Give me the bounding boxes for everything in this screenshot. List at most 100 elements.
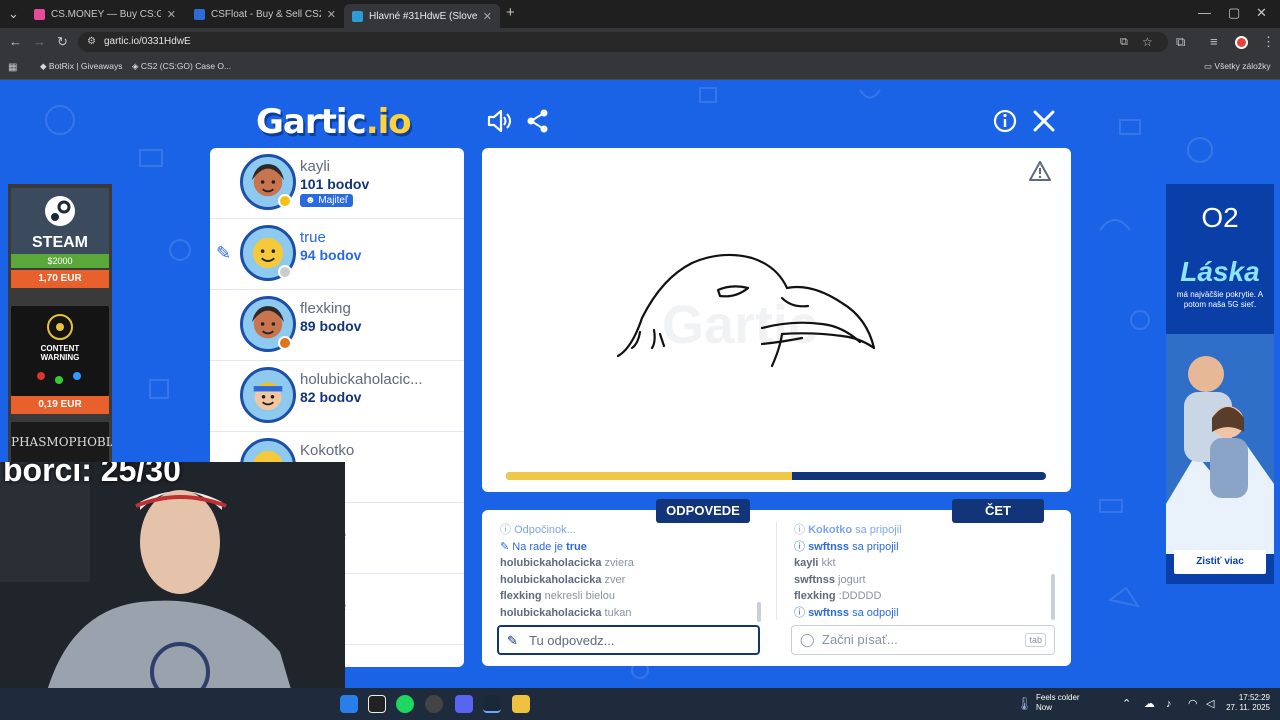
drawing-canvas[interactable]: Gartic (482, 148, 1071, 492)
webcam-overlay: borci: 25/30 (0, 462, 345, 720)
reload-icon[interactable]: ↻ (57, 35, 68, 49)
capcut-taskbar-icon[interactable] (368, 695, 386, 713)
network-icon[interactable]: ☁ (1144, 697, 1155, 711)
list-item: holubickaholacicka tukan (500, 605, 760, 622)
player-row[interactable]: ✎ true 94 bodov (210, 219, 464, 290)
column-divider (776, 522, 777, 620)
gartic-logo: Gartic.io (256, 102, 412, 142)
player-points: 89 bodov (300, 318, 362, 334)
chat-scrollbar[interactable] (1051, 574, 1055, 620)
list-item: swftnss jogurt (794, 572, 1054, 589)
csfloat-favicon-icon (194, 8, 205, 20)
ad-headline: Láska (1180, 256, 1260, 287)
right-ad[interactable]: O2 Láska má najväčšie pokrytie. A potom … (1166, 184, 1274, 584)
player-avatar (240, 367, 296, 423)
report-warning-icon[interactable] (1028, 160, 1052, 182)
files-taskbar-icon[interactable] (512, 695, 530, 713)
site-info-icon[interactable]: ⚙ (87, 35, 96, 49)
steam-label: STEAM (32, 234, 88, 251)
extensions-icon[interactable]: ⧉ (1176, 35, 1185, 49)
gartic-favicon-icon (352, 10, 363, 22)
message-user: swftnss (808, 606, 850, 619)
tray-chevron-icon[interactable]: ⌃ (1122, 697, 1131, 711)
message-text: zver (604, 573, 626, 586)
close-icon[interactable]: ✕ (483, 10, 492, 23)
list-item: ⓘ swftnss sa odpojil (794, 606, 899, 619)
close-icon[interactable]: ✕ (327, 8, 336, 21)
answers-list: ⓘ Odpočinok... ✎ Na rade je true holubic… (500, 522, 760, 622)
taskbar: 🌡 Feels colder Now ⌃ ☁ ♪ ◠ ◁ 17:52:29 27… (0, 688, 1280, 720)
sound-icon[interactable] (486, 108, 512, 134)
player-row[interactable]: flexking 89 bodov (210, 290, 464, 361)
message-user: swftnss (808, 540, 850, 553)
chat-tab[interactable]: ČET (952, 499, 1044, 523)
bookmark-star-icon[interactable]: ☆ (1142, 35, 1153, 49)
logo-suffix: .io (365, 102, 412, 142)
chrome-taskbar-icon[interactable] (340, 695, 358, 713)
tab-gartic[interactable]: Hlavné #31HdwE (Slovenčina) ✕ (344, 4, 500, 28)
player-name: ne (330, 527, 464, 544)
clock[interactable]: 17:52:29 27. 11. 2025 (1224, 693, 1270, 713)
obs-taskbar-icon[interactable] (425, 695, 443, 713)
tab-search-icon[interactable]: ⌄ (8, 7, 19, 21)
window-close-icon[interactable]: ✕ (1256, 6, 1267, 20)
player-row[interactable]: kayli 101 bodov ☻ Majiteľ (210, 148, 464, 219)
bookmark-cs2case[interactable]: ◈ CS2 (CS:GO) Case O... (132, 61, 231, 72)
weather-widget[interactable]: Feels colder Now (1036, 693, 1080, 713)
list-item: kayli kkt (794, 555, 1054, 572)
ad-cta-button[interactable]: Zistiť viac (1174, 550, 1266, 574)
cast-icon[interactable]: ⧉ (1120, 35, 1128, 49)
info-icon[interactable] (992, 108, 1018, 134)
message-user: holubickaholacicka (500, 606, 602, 619)
discord-taskbar-icon[interactable] (455, 695, 473, 713)
maximize-icon[interactable]: ▢ (1228, 6, 1240, 20)
message-user: Kokotko (808, 524, 853, 536)
player-row[interactable]: holubickaholacic... 82 bodov (210, 361, 464, 432)
answers-scrollbar[interactable] (757, 602, 761, 622)
tab-title: CSFloat - Buy & Sell CS2 Skins (211, 8, 321, 20)
profile-avatar[interactable] (1235, 36, 1248, 49)
answers-tab[interactable]: ODPOVEDE (656, 499, 750, 523)
decor-dot (55, 376, 63, 384)
answer-input[interactable]: ✎ Tu odpovedz... (497, 625, 760, 655)
message-text: nekresli bielou (544, 590, 615, 603)
steam-logo-icon (45, 196, 75, 226)
logo-text: Gartic (256, 102, 367, 142)
bookmark-all[interactable]: ▭ Všetky záložky (1204, 61, 1271, 72)
list-item: flexking nekresli bielou (500, 588, 760, 605)
decor-dot (37, 372, 45, 380)
message-text: sa pripojil (855, 524, 902, 536)
close-game-icon[interactable] (1031, 108, 1057, 134)
new-tab-icon[interactable]: + (506, 5, 515, 20)
mic-icon[interactable]: ♪ (1166, 697, 1172, 711)
wifi-icon[interactable]: ◠ (1188, 697, 1198, 711)
player-points: 94 bodov (300, 247, 362, 263)
player-name: holubickaholacic... (300, 371, 423, 388)
volume-icon[interactable]: ◁ (1206, 697, 1214, 711)
back-icon[interactable]: ← (9, 35, 22, 49)
share-icon[interactable] (525, 108, 551, 134)
forward-icon[interactable]: → (33, 35, 46, 49)
apps-grid-icon[interactable]: ▦ (8, 61, 17, 75)
price-badge: 1,70 EUR (11, 270, 109, 288)
player-name: Kokotko (300, 442, 355, 459)
message-user: swftnss (794, 573, 835, 586)
close-icon[interactable]: ✕ (167, 8, 176, 21)
chat-input[interactable]: ◯ Začni písať... tab (791, 625, 1055, 655)
chat-placeholder: Začni písať... (822, 632, 898, 647)
spotify-taskbar-icon[interactable] (396, 695, 414, 713)
bookmark-botrix[interactable]: ◆ BotRix | Giveaways (40, 61, 122, 72)
tab-csfloat[interactable]: CSFloat - Buy & Sell CS2 Skins ✕ (186, 4, 344, 24)
tab-csmoney[interactable]: CS.MONEY — Buy CS:GO/CS2 s ✕ (26, 4, 184, 24)
weather-text: Feels colder (1036, 693, 1080, 702)
address-bar[interactable]: ⚙ gartic.io/0331HdwE ⧉ ☆ (78, 32, 1168, 52)
list-item: ⓘ Kokotko sa pripojil (794, 524, 902, 536)
chat-panel: ODPOVEDE ČET ⓘ Odpočinok... ✎ Na rade je… (482, 499, 1071, 666)
menu-icon[interactable]: ⋮ (1262, 35, 1275, 49)
media-icon[interactable]: ≡ (1210, 35, 1218, 49)
steam-taskbar-icon[interactable] (483, 695, 501, 713)
list-item: flexking :DDDDD (794, 588, 1054, 605)
round-timer-fill (506, 472, 793, 480)
tab-title: Hlavné #31HdwE (Slovenčina) (369, 10, 477, 22)
minimize-icon[interactable]: — (1198, 6, 1211, 20)
